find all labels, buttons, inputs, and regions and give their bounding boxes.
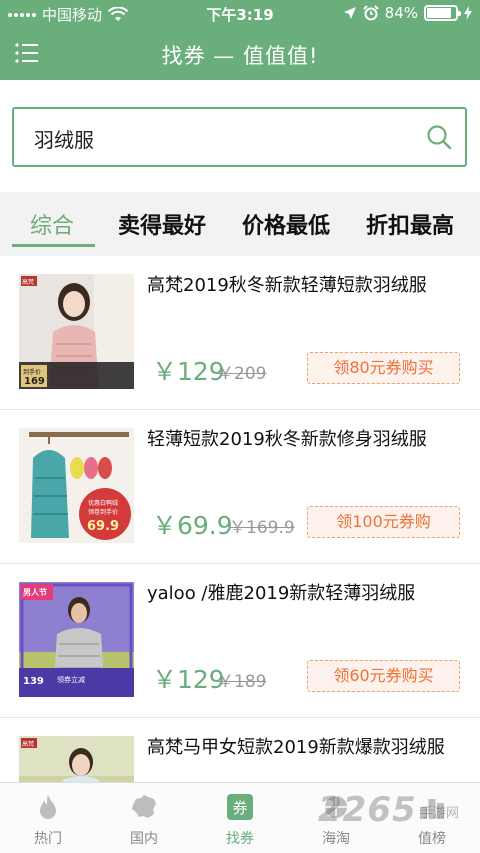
tab-highest-discount[interactable]: 折扣最高 bbox=[366, 208, 454, 240]
nav-item-find-coupon[interactable]: 券 找券 bbox=[192, 783, 288, 853]
battery-icon bbox=[424, 5, 461, 21]
search-icon[interactable] bbox=[425, 123, 453, 151]
product-image[interactable]: 169 到手价 高梵 bbox=[19, 274, 134, 389]
search-box bbox=[12, 107, 467, 167]
nav-label: 值榜 bbox=[418, 831, 446, 847]
thumb-price-text: 69.9 bbox=[87, 519, 119, 534]
coupon-button[interactable]: 领80元券购买 bbox=[307, 352, 460, 384]
tab-best-selling[interactable]: 卖得最好 bbox=[118, 208, 206, 240]
nav-label: 国内 bbox=[130, 831, 158, 847]
charging-icon bbox=[464, 6, 472, 20]
product-item[interactable]: 优惠白鸭绒 领卷到手价 69.9 轻薄短款2019秋冬新款修身羽绒服 ￥69.9… bbox=[0, 410, 480, 564]
product-title[interactable]: yaloo /雅鹿2019新款轻薄羽绒服 bbox=[147, 580, 467, 608]
product-title[interactable]: 高梵马甲女短款2019新款爆款羽绒服 bbox=[147, 734, 467, 762]
alarm-icon bbox=[362, 5, 379, 21]
battery-percent: 84% bbox=[384, 4, 418, 22]
thumb-badge-text: 男人节 bbox=[23, 587, 47, 597]
sort-tabs: 综合 卖得最好 价格最低 折扣最高 bbox=[0, 192, 480, 256]
thumb-price-text: 169 bbox=[24, 376, 45, 387]
thumb-price-text: 139 bbox=[23, 676, 44, 687]
search-input[interactable] bbox=[34, 123, 414, 153]
flame-icon bbox=[40, 795, 56, 819]
status-right: 84% bbox=[343, 4, 472, 22]
coupon-button[interactable]: 领60元券购买 bbox=[307, 660, 460, 692]
page-title: 找券 — 值值值! bbox=[161, 44, 319, 68]
tab-lowest-price[interactable]: 价格最低 bbox=[242, 208, 330, 240]
search-area bbox=[0, 80, 480, 192]
product-price: ￥129 bbox=[152, 665, 225, 694]
coupon-icon: 券 bbox=[227, 794, 253, 820]
product-list: 169 到手价 高梵 高梵2019秋冬新款轻薄短款羽绒服 ￥129 ￥209 领… bbox=[0, 256, 480, 782]
nav-label: 找券 bbox=[226, 831, 254, 847]
product-item[interactable]: 高梵 高梵马甲女短款2019新款爆款羽绒服 bbox=[0, 718, 480, 782]
china-map-icon bbox=[132, 795, 156, 818]
thumb-line2: 领卷到手价 bbox=[88, 508, 118, 516]
original-price: ￥169.9 bbox=[229, 518, 295, 538]
location-arrow-icon bbox=[343, 7, 356, 19]
nav-item-hot[interactable]: 热门 bbox=[0, 783, 96, 853]
product-item[interactable]: 男人节 139 领券立减 yaloo /雅鹿2019新款轻薄羽绒服 ￥129 ￥… bbox=[0, 564, 480, 718]
product-image[interactable]: 男人节 139 领券立减 bbox=[19, 582, 134, 697]
product-title[interactable]: 轻薄短款2019秋冬新款修身羽绒服 bbox=[147, 426, 467, 454]
thumb-coupon-text: 领券立减 bbox=[57, 675, 85, 684]
product-price: ￥69.9 bbox=[152, 511, 233, 540]
product-price: ￥129 bbox=[152, 357, 225, 386]
thumb-line1: 优惠白鸭绒 bbox=[88, 499, 118, 507]
watermark-logo: 2265 bbox=[318, 790, 417, 830]
product-item[interactable]: 169 到手价 高梵 高梵2019秋冬新款轻薄短款羽绒服 ￥129 ￥209 领… bbox=[0, 256, 480, 410]
nav-label: 海淘 bbox=[322, 831, 350, 847]
product-title[interactable]: 高梵2019秋冬新款轻薄短款羽绒服 bbox=[147, 272, 467, 300]
thumb-brand-text: 高梵 bbox=[22, 278, 34, 286]
active-tab-indicator bbox=[12, 244, 95, 247]
thumb-brand-text: 高梵 bbox=[22, 740, 34, 748]
coupon-button[interactable]: 领100元券购 bbox=[307, 506, 460, 538]
nav-item-domestic[interactable]: 国内 bbox=[96, 783, 192, 853]
status-bar: 中国移动 下午3:19 84% bbox=[0, 0, 480, 28]
nav-label: 热门 bbox=[34, 831, 62, 847]
tab-comprehensive[interactable]: 综合 bbox=[30, 208, 74, 240]
product-image[interactable]: 高梵 bbox=[19, 736, 134, 782]
product-image[interactable]: 优惠白鸭绒 领卷到手价 69.9 bbox=[19, 428, 134, 543]
thumb-badge-text: 到手价 bbox=[23, 368, 41, 376]
app-header: 找券 — 值值值! bbox=[0, 28, 480, 80]
watermark-subtitle: 手游网 bbox=[420, 806, 460, 821]
coupon-icon-text: 券 bbox=[232, 799, 247, 817]
original-price: ￥209 bbox=[217, 364, 267, 384]
original-price: ￥189 bbox=[217, 672, 267, 692]
